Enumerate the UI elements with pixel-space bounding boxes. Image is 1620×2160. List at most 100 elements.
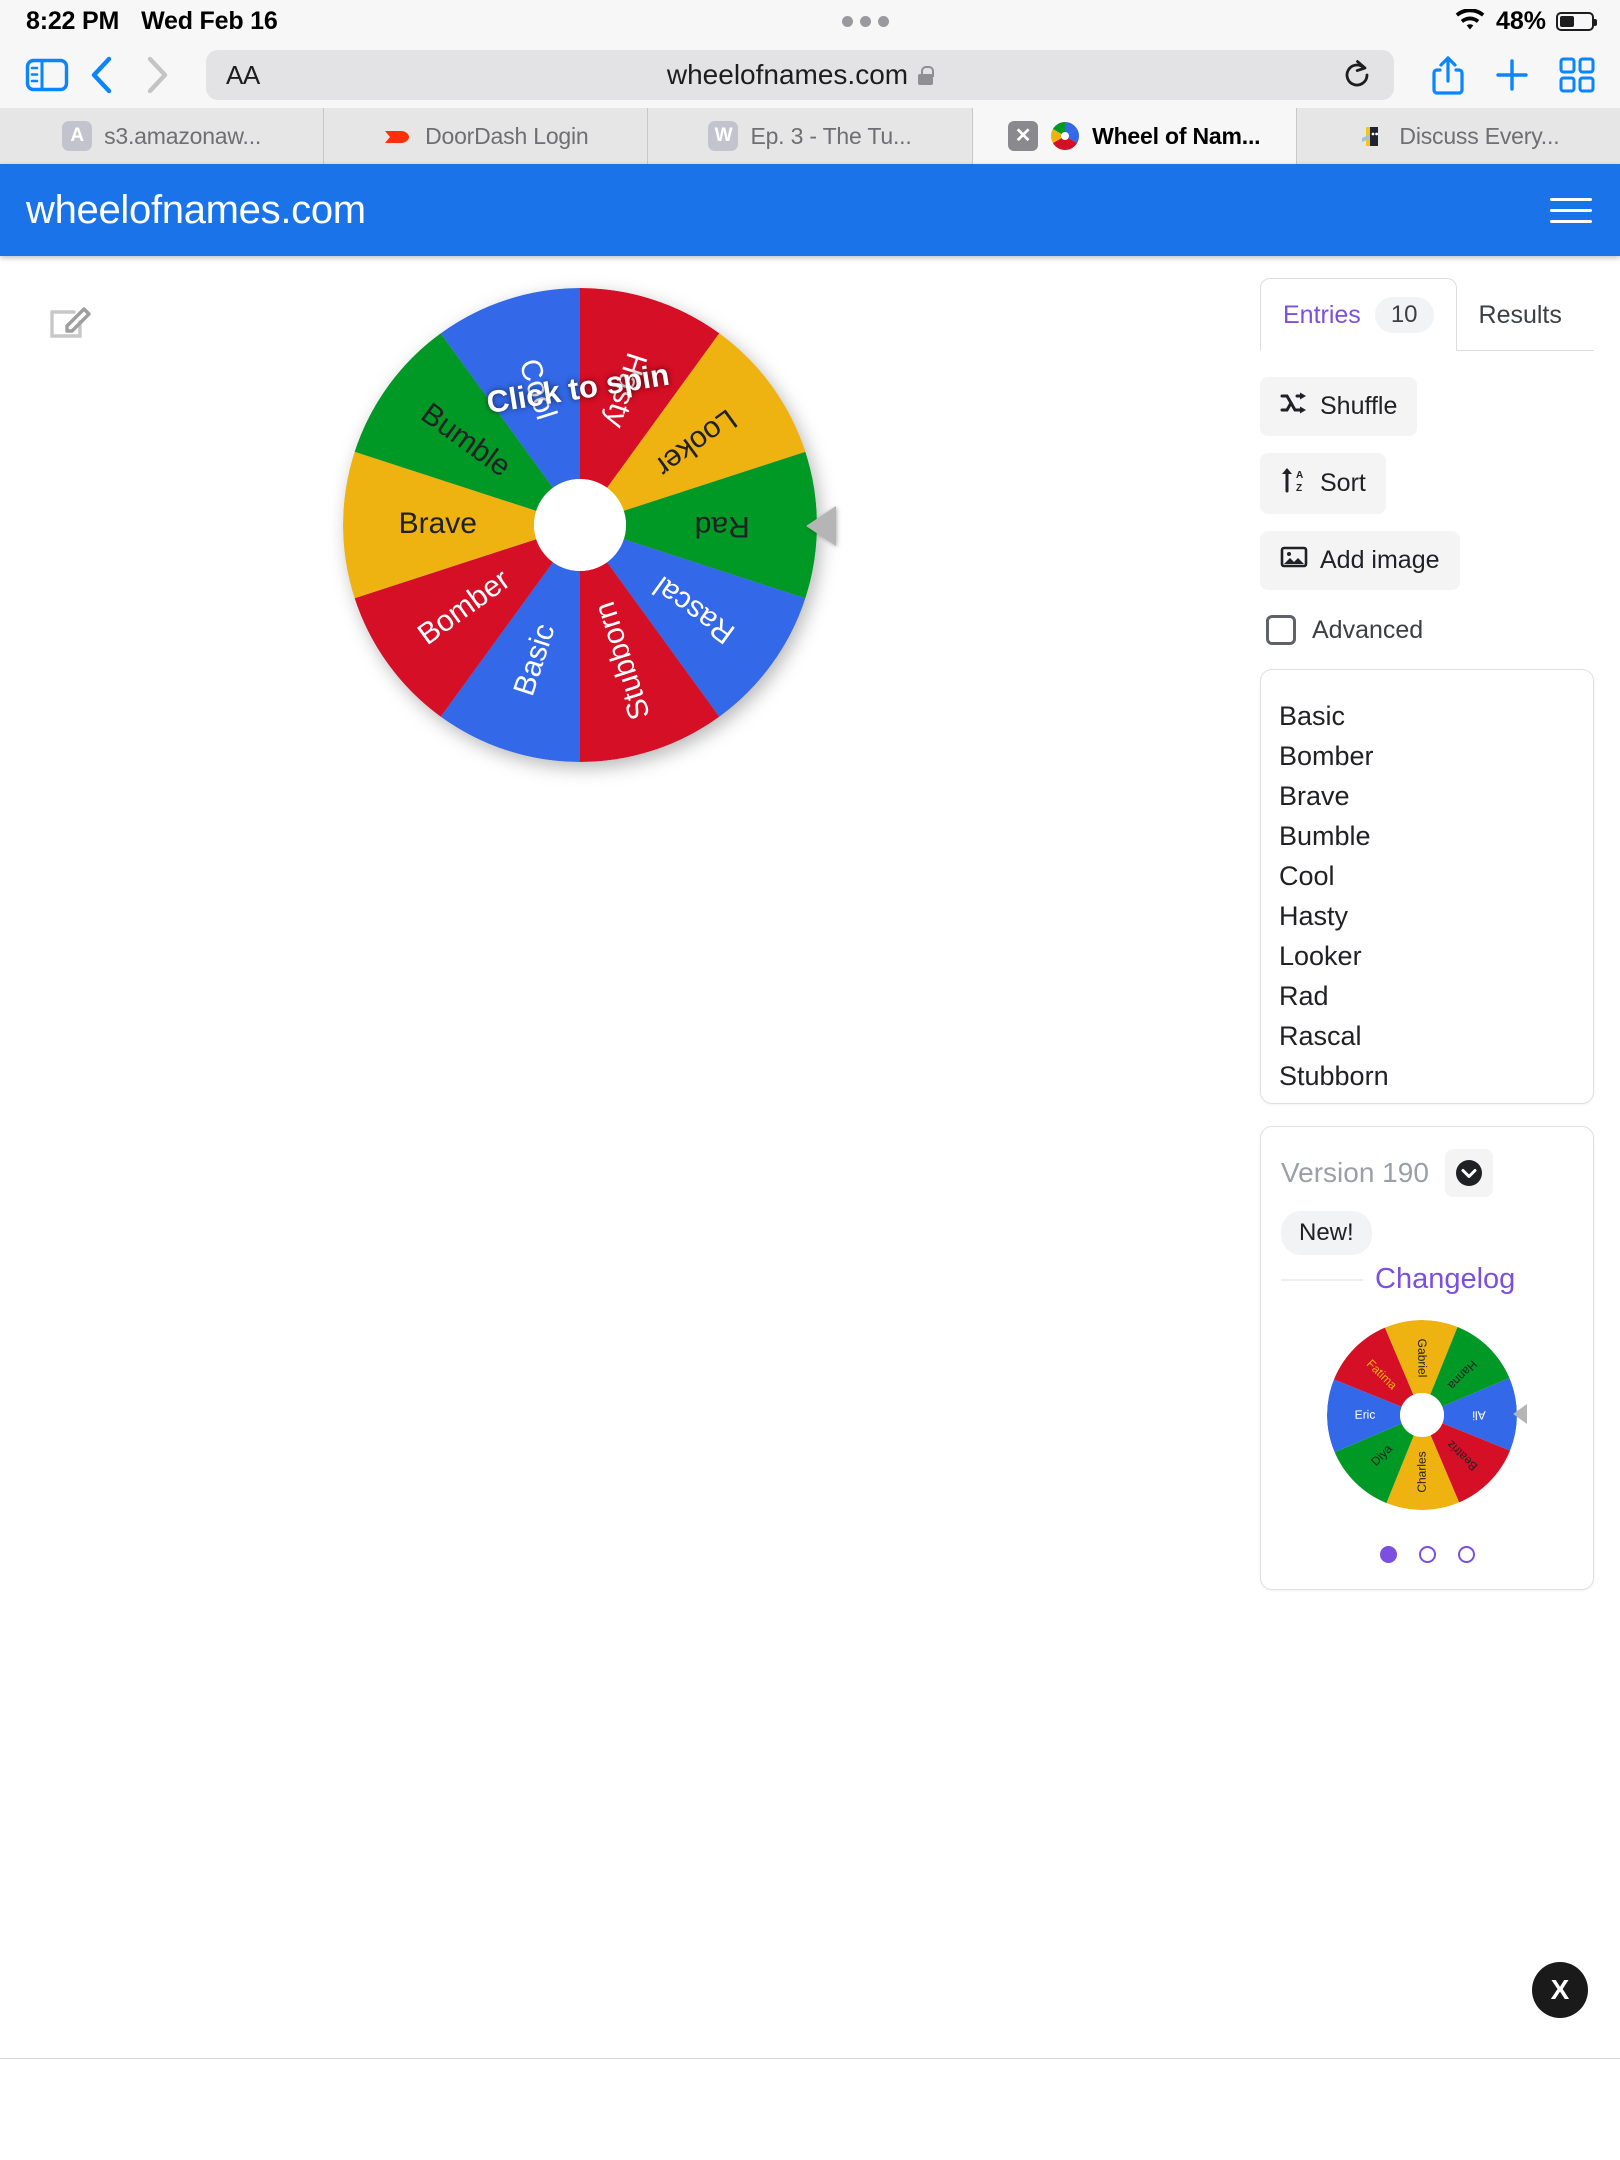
tab-label: Wheel of Nam... <box>1092 122 1261 149</box>
tab-results-label: Results <box>1478 300 1562 329</box>
toolbar-right-actions <box>1422 53 1596 97</box>
battery-percent: 48% <box>1495 6 1547 35</box>
favicon: A <box>62 121 93 151</box>
sort-az-icon: A Z <box>1280 467 1308 500</box>
back-button[interactable] <box>80 53 124 97</box>
lock-icon <box>918 65 934 85</box>
wheel-segment-label: Gabriel <box>1415 1339 1429 1378</box>
mini-wheel-preview[interactable]: Ali Beatriz Charles Diya Eric Fatima Gabriel Ha… <box>1327 1320 1527 1520</box>
share-icon[interactable] <box>1430 53 1466 97</box>
url-text: wheelofnames.com <box>666 59 909 90</box>
wheel-segment-label: Charles <box>1414 1451 1428 1492</box>
browser-tab[interactable]: W Ep. 3 - The Tu... <box>648 108 973 164</box>
advanced-toggle-row[interactable]: Advanced <box>1266 615 1594 645</box>
add-image-button[interactable]: Add image <box>1260 531 1460 590</box>
list-item[interactable]: Cool <box>1279 856 1593 896</box>
tab-entries-label: Entries <box>1283 300 1361 329</box>
edit-pencil-icon[interactable] <box>46 298 92 344</box>
list-item[interactable]: Brave <box>1279 776 1593 816</box>
advanced-checkbox[interactable] <box>1266 615 1296 645</box>
add-image-label: Add image <box>1320 546 1440 574</box>
tab-label: DoorDash Login <box>425 122 589 149</box>
wifi-icon <box>1455 9 1485 30</box>
shuffle-icon <box>1280 391 1308 422</box>
browser-tab-active[interactable]: ✕ Wheel of Nam... <box>972 108 1297 164</box>
version-card: Version 190 New! Changelog Ali Beatriz Cha… <box>1260 1126 1594 1590</box>
list-item[interactable]: Bomber <box>1279 736 1593 776</box>
version-label: Version 190 <box>1281 1157 1429 1188</box>
panel-actions: Shuffle A Z Sort Add image <box>1260 377 1594 607</box>
list-item[interactable]: Stubborn <box>1279 1057 1593 1097</box>
shuffle-button[interactable]: Shuffle <box>1260 377 1418 436</box>
mini-pointer-icon <box>1513 1404 1527 1424</box>
forward-button <box>134 53 178 97</box>
sort-label: Sort <box>1320 469 1366 497</box>
entries-count-badge: 10 <box>1374 297 1434 333</box>
new-badge: New! <box>1281 1211 1372 1255</box>
wheel-segment-label: Eric <box>1355 1408 1376 1422</box>
browser-toolbar: AA wheelofnames.com <box>0 42 1620 108</box>
grid-icon[interactable] <box>1558 56 1596 94</box>
list-item[interactable]: Hasty <box>1279 896 1593 936</box>
panel-tabs: Entries 10 Results <box>1260 278 1594 351</box>
wheel-area: Rad Rascal Stubborn Basic Bomber Brave Bumble C… <box>0 256 1260 1984</box>
status-time: 8:22 PM <box>26 6 120 35</box>
tab-label: Ep. 3 - The Tu... <box>750 122 912 149</box>
carousel-dot[interactable] <box>1418 1546 1436 1563</box>
site-header: wheelofnames.com <box>0 164 1620 256</box>
divider <box>0 2058 1620 2059</box>
changelog-row: Changelog <box>1281 1263 1573 1296</box>
list-item[interactable]: Rascal <box>1279 1017 1593 1057</box>
browser-tab[interactable]: DoorDash Login <box>324 108 649 164</box>
spin-wheel[interactable]: Rad Rascal Stubborn Basic Bomber Brave Bumble C… <box>343 288 836 768</box>
entries-list[interactable]: Basic Bomber Brave Bumble Cool Hasty Loo… <box>1260 669 1594 1104</box>
wheelofnames-favicon <box>1050 121 1080 151</box>
chevron-down-circle-icon[interactable] <box>1444 1149 1493 1197</box>
mini-wheel-hub <box>1400 1393 1444 1437</box>
page-body: Rad Rascal Stubborn Basic Bomber Brave Bumble C… <box>0 256 1620 1984</box>
browser-tab[interactable]: A s3.amazonaw... <box>0 108 325 164</box>
pointer-triangle-icon <box>806 506 836 546</box>
page-title: wheelofnames.com <box>26 187 366 232</box>
divider <box>1281 1278 1363 1281</box>
advanced-label: Advanced <box>1312 615 1424 644</box>
status-right-group: 48% <box>1454 6 1598 36</box>
tab-results[interactable]: Results <box>1457 278 1584 351</box>
changelog-link[interactable]: Changelog <box>1375 1263 1515 1296</box>
tab-entries[interactable]: Entries 10 <box>1260 278 1457 351</box>
image-icon <box>1280 545 1308 576</box>
sort-button[interactable]: A Z Sort <box>1260 453 1386 514</box>
ios-status-bar: 8:22 PM Wed Feb 16 48% <box>0 0 1620 42</box>
tab-strip: A s3.amazonaw... DoorDash Login W Ep. 3 … <box>0 108 1620 164</box>
version-row: Version 190 <box>1281 1149 1573 1197</box>
wheel-graphic[interactable]: Rad Rascal Stubborn Basic Bomber Brave Bumble C… <box>343 288 817 762</box>
wheel-hub <box>534 479 626 571</box>
battery-icon <box>1556 11 1598 31</box>
multitask-handle[interactable] <box>842 15 890 27</box>
favicon: W <box>708 121 739 151</box>
shuffle-label: Shuffle <box>1320 392 1398 420</box>
url-display: wheelofnames.com <box>206 59 1394 91</box>
wheel-segment-label: Rad <box>695 510 750 543</box>
list-item[interactable]: Looker <box>1279 937 1593 977</box>
close-icon[interactable]: ✕ <box>1008 121 1039 151</box>
list-item[interactable]: Bumble <box>1279 816 1593 856</box>
carousel-dot[interactable] <box>1457 1546 1475 1563</box>
wheel-segment-label: Ali <box>1472 1408 1485 1422</box>
list-item[interactable]: Basic <box>1279 696 1593 736</box>
svg-text:Z: Z <box>1296 483 1302 493</box>
carousel-dot[interactable] <box>1379 1546 1397 1563</box>
plus-icon[interactable] <box>1492 55 1532 95</box>
discuss-favicon <box>1357 121 1387 151</box>
sidebar-icon[interactable] <box>24 56 70 94</box>
svg-text:A: A <box>1296 470 1303 481</box>
doordash-favicon <box>383 121 413 151</box>
tab-label: s3.amazonaw... <box>104 122 262 149</box>
status-date: Wed Feb 16 <box>141 6 278 35</box>
browser-tab[interactable]: Discuss Every... <box>1297 108 1620 164</box>
address-bar[interactable]: AA wheelofnames.com <box>206 50 1394 100</box>
side-panel: Entries 10 Results Shuffle A Z Sort Add … <box>1260 256 1620 1984</box>
hamburger-menu-icon[interactable] <box>1550 197 1592 223</box>
close-badge[interactable]: X <box>1532 1962 1588 2018</box>
list-item[interactable]: Rad <box>1279 977 1593 1017</box>
